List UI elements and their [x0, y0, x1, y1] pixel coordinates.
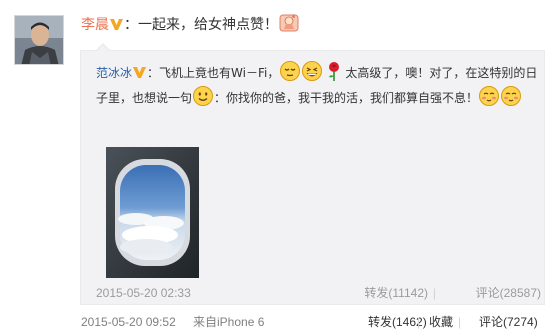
- vip-badge-icon[interactable]: [110, 19, 123, 30]
- post-meta-row: 2015-05-20 09:52 来自iPhone 6 转发(1462) | 收…: [81, 312, 546, 332]
- thumbs-up-emoji-icon: [279, 14, 299, 32]
- comment-button[interactable]: 评论(7274): [479, 312, 538, 332]
- smiling-face-emoji-icon: [193, 86, 214, 106]
- divider: |: [458, 315, 462, 329]
- post-text: ：一起来，给女神点赞！: [124, 17, 278, 33]
- repost-text-part-1: ：飞机上竟也有Wi－Fi，: [147, 66, 280, 80]
- rose-emoji-icon: [329, 62, 340, 81]
- repost-forward-link[interactable]: 转发(11142): [364, 283, 428, 303]
- favorite-button[interactable]: 收藏: [429, 312, 453, 332]
- repost-box: 范冰冰 ：飞机上竟也有Wi－Fi， 太高级了，噢！对了，在这特别的日子里，也想说一…: [80, 43, 545, 305]
- source-device-link[interactable]: iPhone 6: [217, 315, 264, 329]
- repost-author-link[interactable]: 范冰冰: [96, 66, 132, 80]
- repost-comment-link[interactable]: 评论(28587): [476, 283, 541, 303]
- airplane-window-photo[interactable]: [106, 147, 199, 278]
- divider: |: [417, 315, 421, 329]
- repost-text-block: 范冰冰 ：飞机上竟也有Wi－Fi， 太高级了，噢！对了，在这特别的日子里，也想说一…: [96, 60, 541, 110]
- source-prefix: 来自: [193, 315, 218, 329]
- repost-meta-row: 2015-05-20 02:33 转发(11142) | 评论(28587): [96, 283, 541, 303]
- avatar-photo-icon: [15, 16, 63, 64]
- post-author-link[interactable]: 李晨: [81, 17, 109, 33]
- post-header: 李晨 ：一起来，给女神点赞！: [81, 12, 541, 36]
- post-timestamp-link[interactable]: 2015-05-20 09:52: [81, 312, 176, 332]
- shy-face-emoji-icon: [501, 86, 522, 106]
- avatar[interactable]: [14, 15, 64, 65]
- repost-text-part-3: ：你找你的爸，我干我的活，我们都算自强不息！: [214, 91, 479, 105]
- shy-face-emoji-icon: [479, 86, 500, 106]
- airplane-window-photo-icon: [106, 147, 199, 278]
- grinning-face-emoji-icon: [302, 61, 323, 81]
- divider: |: [432, 286, 436, 300]
- post-source: 来自iPhone 6: [193, 312, 264, 332]
- relieved-face-emoji-icon: [280, 61, 301, 81]
- vip-badge-icon[interactable]: [133, 67, 147, 78]
- repost-timestamp-link[interactable]: 2015-05-20 02:33: [96, 283, 191, 303]
